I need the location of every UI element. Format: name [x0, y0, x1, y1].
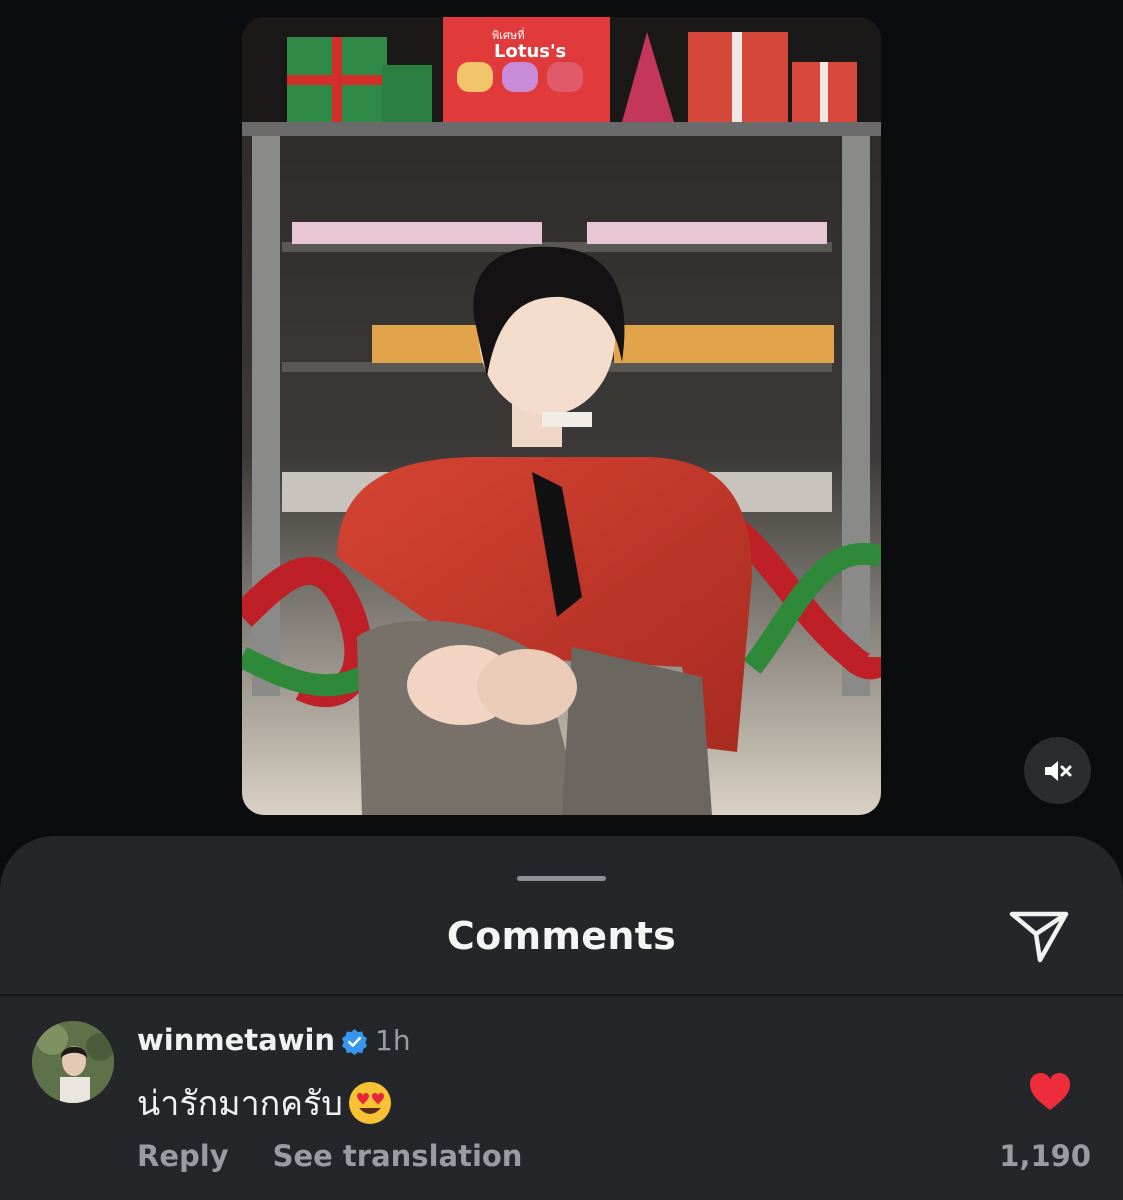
shop-sign-tag: พิเศษที่ — [492, 27, 525, 42]
sheet-title: Comments — [446, 914, 677, 958]
like-count: 1,190 — [999, 1139, 1091, 1173]
reply-button[interactable]: Reply — [137, 1139, 229, 1173]
sheet-grabber[interactable] — [517, 876, 606, 881]
comment-time: 1h — [375, 1024, 411, 1057]
comment-actions: Reply See translation — [137, 1139, 522, 1173]
comments-sheet: Comments winmetawin 1h น่ารักมากครับ Rep… — [0, 836, 1123, 1200]
comment-text: น่ารักมากครับ — [137, 1084, 343, 1124]
reel-media[interactable]: พิเศษที่ Lotus's — [242, 17, 881, 815]
verified-badge-icon — [341, 1028, 368, 1055]
reel-image: พิเศษที่ Lotus's — [242, 17, 881, 815]
mute-button[interactable] — [1024, 737, 1091, 804]
avatar-image — [32, 1021, 114, 1103]
see-translation-button[interactable]: See translation — [273, 1139, 523, 1173]
share-button[interactable] — [1008, 908, 1072, 964]
comment-body: น่ารักมากครับ — [137, 1076, 393, 1130]
heart-filled-icon — [1030, 1073, 1070, 1110]
comment-item: winmetawin 1h น่ารักมากครับ Reply See tr… — [0, 996, 1123, 1200]
paper-plane-icon — [1009, 911, 1069, 963]
avatar[interactable] — [32, 1021, 114, 1103]
comment-username[interactable]: winmetawin — [137, 1023, 335, 1057]
speaker-muted-icon — [1044, 760, 1071, 781]
like-button[interactable] — [1028, 1072, 1072, 1112]
shop-sign-brand: Lotus's — [494, 41, 566, 62]
heart-eyes-emoji-icon — [348, 1082, 391, 1124]
